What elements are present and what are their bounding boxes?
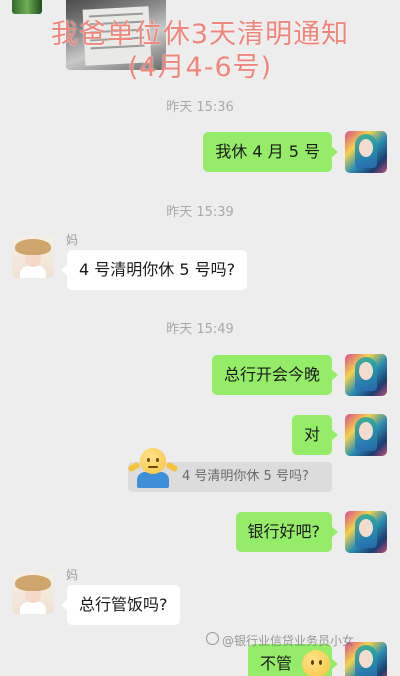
my-message-bubble[interactable]: 对: [291, 415, 339, 455]
timestamp: 昨天 15:36: [166, 100, 234, 115]
my-message-bubble[interactable]: 银行好吧?: [235, 512, 338, 552]
sender-name: 妈: [66, 568, 79, 582]
shrug-emoji-icon: [127, 448, 179, 492]
their-message-bubble[interactable]: 总行管饭吗?: [61, 585, 180, 625]
my-avatar[interactable]: [345, 354, 387, 396]
chat-window: 我爸单位休3天清明通知 (4月4-6号) 昨天 15:36 我休 4 月 5 号…: [0, 0, 400, 676]
timestamp: 昨天 15:49: [166, 322, 234, 337]
my-avatar[interactable]: [345, 414, 387, 456]
mom-avatar[interactable]: [12, 236, 54, 278]
mom-avatar[interactable]: [12, 572, 54, 614]
headline-line-1: 我爸单位休3天清明通知: [50, 19, 350, 50]
headline-line-2: (4月4-6号): [127, 52, 273, 83]
cropped-image-thumbnail[interactable]: [12, 0, 42, 14]
my-message-bubble[interactable]: 总行开会今晚: [211, 355, 339, 395]
watermark: @银行业信贷业务员小女: [222, 634, 355, 648]
weibo-icon: [206, 632, 219, 645]
timestamp: 昨天 15:39: [166, 205, 234, 220]
my-avatar[interactable]: [345, 131, 387, 173]
their-message-bubble[interactable]: 4 号清明你休 5 号吗?: [60, 250, 248, 290]
my-message-bubble[interactable]: 我休 4 月 5 号: [203, 132, 338, 172]
my-avatar[interactable]: [345, 511, 387, 553]
sender-name: 妈: [66, 233, 79, 247]
awkward-face-emoji-icon: [302, 650, 330, 676]
overlay-headline: 我爸单位休3天清明通知 (4月4-6号): [0, 18, 400, 84]
